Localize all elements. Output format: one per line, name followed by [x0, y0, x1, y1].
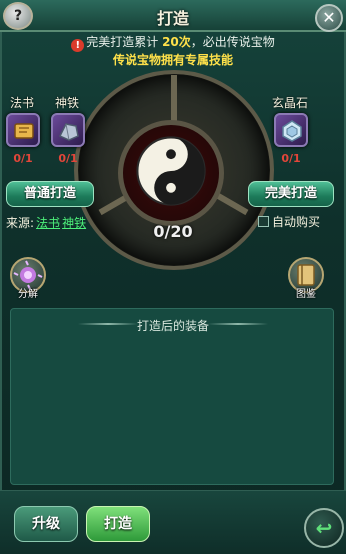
wheel-spoke	[171, 75, 177, 123]
page-title: 打造	[156, 9, 189, 28]
scroll-icon	[14, 123, 34, 139]
material-label-scroll: 法书	[10, 96, 35, 110]
decompose-label: 分解	[18, 289, 38, 300]
iron-ore-icon	[58, 123, 79, 141]
source-link-iron[interactable]: 神铁	[62, 216, 86, 230]
yin-yang-icon[interactable]	[136, 136, 206, 206]
tab-upgrade[interactable]: 升级	[14, 506, 78, 542]
tab-forge[interactable]: 打造	[86, 506, 150, 542]
close-button[interactable]: ✕	[315, 4, 343, 32]
source-link-scroll[interactable]: 法书	[36, 216, 60, 230]
warning-icon: !	[71, 39, 85, 52]
notice-count: 20次	[162, 35, 191, 49]
source-label: 来源:	[6, 216, 35, 230]
back-button[interactable]: ↩	[304, 508, 344, 548]
normal-forge-button[interactable]: 普通打造	[6, 181, 94, 207]
material-count-iron: 0/1	[58, 152, 78, 165]
back-arrow-icon: ↩	[315, 516, 333, 540]
auto-buy-toggle[interactable]: 自动购买	[258, 213, 320, 230]
notice-text-part2: ，必出传说宝物	[190, 35, 275, 49]
material-slot-crystal[interactable]	[274, 113, 308, 147]
notice-line2: 传说宝物拥有专属技能	[112, 53, 233, 67]
forge-notice: ! 完美打造累计 20次，必出传说宝物 传说宝物拥有专属技能	[0, 34, 346, 68]
result-panel-title: 打造后的装备	[136, 319, 209, 333]
result-panel	[10, 308, 334, 485]
crystal-icon	[282, 120, 302, 142]
material-slot-iron[interactable]	[51, 113, 85, 147]
help-button[interactable]: ?	[3, 2, 33, 30]
catalog-label: 图鉴	[296, 289, 316, 300]
material-count-scroll: 0/1	[13, 152, 33, 165]
material-label-crystal: 玄晶石	[272, 96, 309, 110]
perfect-forge-button[interactable]: 完美打造	[248, 181, 334, 207]
material-count-crystal: 0/1	[281, 152, 301, 165]
material-slot-scroll[interactable]	[6, 113, 40, 147]
material-label-iron: 神铁	[55, 96, 80, 110]
notice-text-part1: 完美打造累计	[86, 35, 159, 49]
auto-buy-checkbox[interactable]	[258, 216, 269, 227]
auto-buy-label: 自动购买	[272, 215, 321, 229]
material-source: 来源: 法书 神铁	[6, 214, 86, 231]
